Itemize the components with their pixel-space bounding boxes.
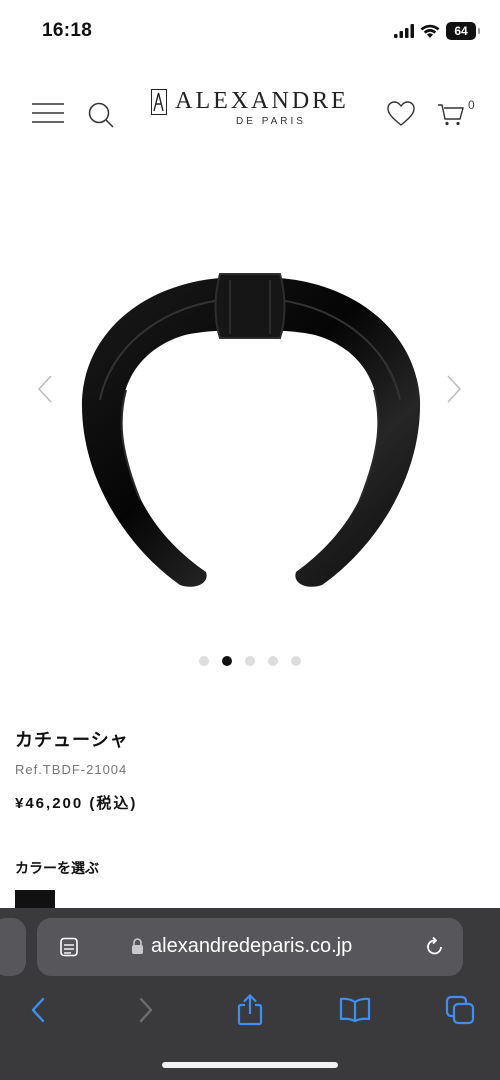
back-button[interactable]	[20, 992, 56, 1028]
status-time: 16:18	[42, 20, 93, 41]
home-indicator	[162, 1062, 338, 1068]
previous-tab-peek[interactable]	[0, 918, 26, 976]
heart-icon	[387, 101, 415, 126]
carousel-dot[interactable]	[268, 656, 278, 666]
book-icon	[339, 997, 371, 1023]
cart-icon	[438, 104, 464, 126]
menu-button[interactable]	[30, 100, 66, 126]
carousel-dot[interactable]	[199, 656, 209, 666]
forward-button[interactable]	[128, 992, 164, 1028]
battery-icon: 64	[446, 22, 480, 40]
bookmarks-button[interactable]	[337, 992, 373, 1028]
lock-icon	[132, 938, 143, 954]
tabs-icon	[445, 995, 475, 1025]
brand-logo[interactable]: ALEXANDRE DE PARIS	[150, 88, 350, 127]
product-carousel[interactable]	[0, 180, 500, 680]
product-name: カチューシャ	[15, 730, 129, 750]
logo-name: ALEXANDRE	[175, 88, 349, 114]
logo-mark-icon	[151, 88, 168, 115]
url-text: alexandredeparis.co.jp	[151, 935, 353, 957]
page-menu-icon[interactable]	[59, 937, 79, 957]
product-reference: Ref.TBDF-21004	[15, 762, 128, 777]
battery-level: 64	[454, 24, 468, 38]
product-price: ¥46,200 (税込)	[15, 795, 138, 812]
product-image	[81, 273, 421, 587]
site-header: ALEXANDRE DE PARIS 0	[0, 62, 500, 162]
logo-subtitle: DE PARIS	[236, 116, 306, 127]
carousel-dot[interactable]	[222, 656, 232, 666]
search-button[interactable]	[86, 100, 116, 130]
status-icons: 64	[394, 22, 480, 40]
search-icon	[88, 102, 114, 128]
wifi-icon	[420, 24, 440, 38]
chevron-left-icon	[37, 375, 52, 403]
carousel-dot[interactable]	[245, 656, 255, 666]
browser-toolbar: alexandredeparis.co.jp	[0, 908, 500, 1080]
wishlist-button[interactable]	[386, 100, 416, 128]
reload-icon[interactable]	[425, 937, 445, 957]
carousel-next-button[interactable]	[440, 372, 468, 406]
tabs-button[interactable]	[442, 992, 478, 1028]
chevron-right-icon	[447, 375, 462, 403]
cart-count-badge: 0	[468, 98, 475, 112]
cart-button[interactable]	[436, 100, 466, 128]
browser-nav-row	[0, 986, 500, 1032]
chevron-left-icon	[31, 997, 45, 1023]
address-bar[interactable]: alexandredeparis.co.jp	[37, 918, 463, 976]
share-icon	[237, 994, 263, 1026]
signal-icon	[394, 24, 414, 38]
chevron-right-icon	[139, 997, 153, 1023]
share-button[interactable]	[232, 992, 268, 1028]
carousel-pagination	[0, 656, 500, 666]
carousel-prev-button[interactable]	[31, 372, 59, 406]
carousel-dot[interactable]	[291, 656, 301, 666]
color-select-label: カラーを選ぶ	[15, 860, 99, 876]
status-bar: 16:18 64	[0, 0, 500, 62]
menu-icon	[32, 103, 64, 123]
